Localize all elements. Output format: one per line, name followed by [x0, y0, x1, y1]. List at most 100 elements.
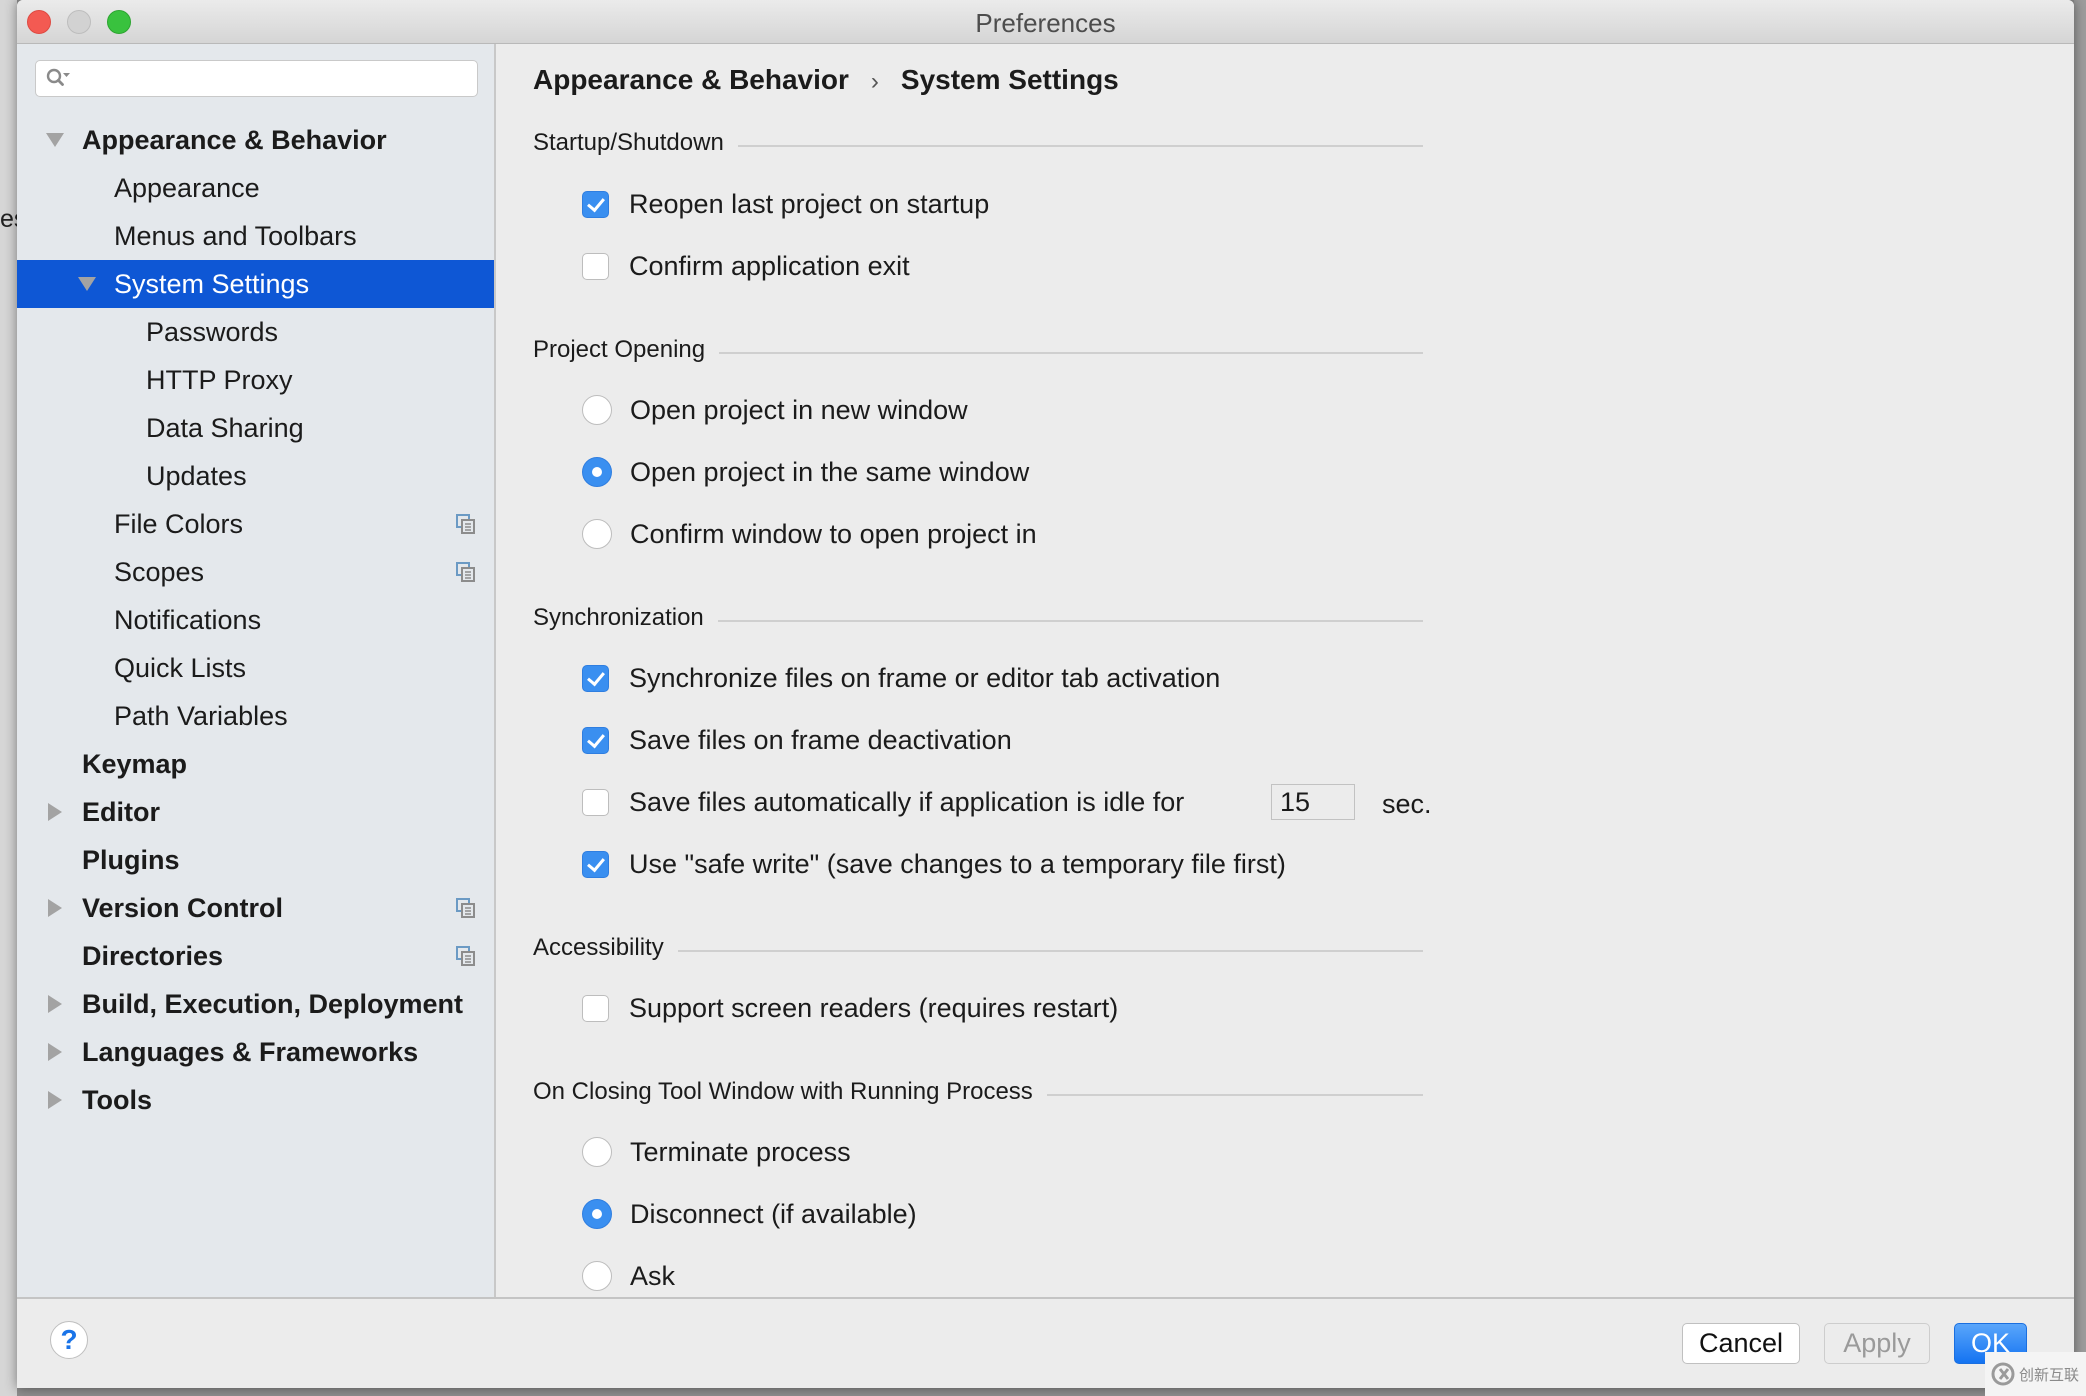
- expand-arrow-icon[interactable]: [48, 995, 62, 1013]
- project-settings-icon: [456, 946, 475, 966]
- safe-write-checkbox[interactable]: Use "safe write" (save changes to a temp…: [582, 846, 1286, 882]
- tree-item-label: Languages & Frameworks: [82, 1037, 419, 1067]
- section-title: Startup/Shutdown: [533, 129, 724, 156]
- tree-item-file-colors[interactable]: File Colors: [17, 500, 494, 548]
- settings-sidebar: Appearance & Behavior Appearance Menus a…: [17, 44, 496, 1297]
- expand-arrow-icon[interactable]: [48, 1043, 62, 1061]
- cancel-button[interactable]: Cancel: [1682, 1323, 1800, 1364]
- section-accessibility: Accessibility: [533, 934, 1423, 962]
- tree-item-scopes[interactable]: Scopes: [17, 548, 494, 596]
- radio-unselected[interactable]: [582, 519, 612, 549]
- screen-readers-checkbox[interactable]: Support screen readers (requires restart…: [582, 990, 1118, 1026]
- checkbox-checked[interactable]: [582, 726, 609, 754]
- tree-item-label: Plugins: [82, 845, 180, 875]
- background-window-edge-right: [2074, 0, 2086, 1396]
- watermark-text: 创新互联: [2019, 1366, 2080, 1384]
- open-same-window-radio[interactable]: Open project in the same window: [582, 454, 1029, 490]
- tree-item-notifications[interactable]: Notifications: [17, 596, 494, 644]
- option-label: Ask: [630, 1260, 676, 1291]
- tree-item-tools[interactable]: Tools: [17, 1076, 494, 1124]
- expand-arrow-icon[interactable]: [48, 899, 62, 917]
- expand-arrow-icon[interactable]: [48, 803, 62, 821]
- tree-item-label: Keymap: [82, 749, 188, 779]
- tree-item-keymap[interactable]: Keymap: [17, 740, 494, 788]
- tree-item-quick-lists[interactable]: Quick Lists: [17, 644, 494, 692]
- tree-item-label: Version Control: [82, 893, 284, 923]
- section-title: Synchronization: [533, 604, 704, 631]
- section-title: On Closing Tool Window with Running Proc…: [533, 1078, 1033, 1105]
- tree-item-updates[interactable]: Updates: [17, 452, 494, 500]
- project-settings-icon: [456, 562, 475, 582]
- preferences-window: Preferences Appearance & Behavior Appear…: [17, 0, 2074, 1388]
- section-synchronization: Synchronization: [533, 604, 1423, 632]
- settings-search-input[interactable]: [35, 60, 478, 97]
- apply-button[interactable]: Apply: [1824, 1323, 1930, 1364]
- ask-radio[interactable]: Ask: [582, 1258, 675, 1294]
- tree-item-appearance-behavior[interactable]: Appearance & Behavior: [17, 116, 494, 164]
- tree-item-languages-frameworks[interactable]: Languages & Frameworks: [17, 1028, 494, 1076]
- checkbox-unchecked[interactable]: [582, 788, 609, 816]
- radio-selected[interactable]: [582, 1199, 612, 1229]
- tree-item-label: HTTP Proxy: [146, 365, 293, 395]
- radio-unselected[interactable]: [582, 1261, 612, 1291]
- checkbox-unchecked[interactable]: [582, 994, 609, 1022]
- tree-item-menus-toolbars[interactable]: Menus and Toolbars: [17, 212, 494, 260]
- tree-item-directories[interactable]: Directories: [17, 932, 494, 980]
- tree-item-label: Menus and Toolbars: [114, 221, 357, 251]
- checkbox-checked[interactable]: [582, 190, 609, 218]
- help-button[interactable]: ?: [50, 1321, 88, 1359]
- expand-arrow-icon[interactable]: [48, 1091, 62, 1109]
- save-when-idle-checkbox[interactable]: Save files automatically if application …: [582, 784, 1184, 820]
- tree-item-path-variables[interactable]: Path Variables: [17, 692, 494, 740]
- radio-unselected[interactable]: [582, 395, 612, 425]
- breadcrumb-parent[interactable]: Appearance & Behavior: [533, 64, 849, 95]
- tree-item-label: Appearance: [114, 173, 260, 203]
- checkbox-unchecked[interactable]: [582, 252, 609, 280]
- section-divider: [737, 145, 1423, 147]
- background-window-edge: es: [0, 0, 26, 1396]
- idle-seconds-input[interactable]: 15: [1271, 784, 1355, 820]
- tree-item-label: Editor: [82, 797, 160, 827]
- tree-item-label: Build, Execution, Deployment: [82, 989, 464, 1019]
- save-on-deactivation-checkbox[interactable]: Save files on frame deactivation: [582, 722, 1012, 758]
- dialog-footer: ? Cancel Apply OK: [17, 1297, 2074, 1388]
- tree-item-http-proxy[interactable]: HTTP Proxy: [17, 356, 494, 404]
- tree-item-label: Passwords: [146, 317, 279, 347]
- expand-arrow-icon[interactable]: [46, 133, 64, 147]
- option-label: Use "safe write" (save changes to a temp…: [629, 848, 1286, 879]
- watermark: 创新互联: [1985, 1352, 2086, 1396]
- radio-unselected[interactable]: [582, 1137, 612, 1167]
- tree-item-system-settings[interactable]: System Settings: [17, 260, 494, 308]
- tree-item-label: Quick Lists: [114, 653, 247, 683]
- confirm-window-radio[interactable]: Confirm window to open project in: [582, 516, 1037, 552]
- checkbox-checked[interactable]: [582, 850, 609, 878]
- section-divider: [719, 352, 1423, 354]
- terminate-process-radio[interactable]: Terminate process: [582, 1134, 851, 1170]
- tree-item-label: Data Sharing: [146, 413, 304, 443]
- tree-item-version-control[interactable]: Version Control: [17, 884, 494, 932]
- tree-item-label: Path Variables: [114, 701, 288, 731]
- disconnect-radio[interactable]: Disconnect (if available): [582, 1196, 917, 1232]
- tree-item-data-sharing[interactable]: Data Sharing: [17, 404, 494, 452]
- expand-arrow-icon[interactable]: [78, 277, 96, 291]
- watermark-logo-icon: [1991, 1362, 2015, 1386]
- tree-item-editor[interactable]: Editor: [17, 788, 494, 836]
- checkbox-checked[interactable]: [582, 664, 609, 692]
- tree-item-plugins[interactable]: Plugins: [17, 836, 494, 884]
- tree-item-build-execution-deployment[interactable]: Build, Execution, Deployment: [17, 980, 494, 1028]
- open-new-window-radio[interactable]: Open project in new window: [582, 392, 968, 428]
- tree-item-label: System Settings: [114, 269, 310, 299]
- radio-selected[interactable]: [582, 457, 612, 487]
- option-label: Save files on frame deactivation: [629, 724, 1012, 755]
- section-divider: [1046, 1094, 1423, 1096]
- tree-item-appearance[interactable]: Appearance: [17, 164, 494, 212]
- sync-on-activation-checkbox[interactable]: Synchronize files on frame or editor tab…: [582, 660, 1220, 696]
- confirm-exit-checkbox[interactable]: Confirm application exit: [582, 248, 910, 284]
- section-closing-tool-window: On Closing Tool Window with Running Proc…: [533, 1078, 1423, 1106]
- reopen-last-project-checkbox[interactable]: Reopen last project on startup: [582, 186, 989, 222]
- title-bar[interactable]: Preferences: [17, 0, 2074, 44]
- option-label: Save files automatically if application …: [629, 786, 1185, 817]
- tree-item-label: Updates: [146, 461, 247, 491]
- breadcrumb-separator-icon: ›: [870, 68, 879, 95]
- tree-item-passwords[interactable]: Passwords: [17, 308, 494, 356]
